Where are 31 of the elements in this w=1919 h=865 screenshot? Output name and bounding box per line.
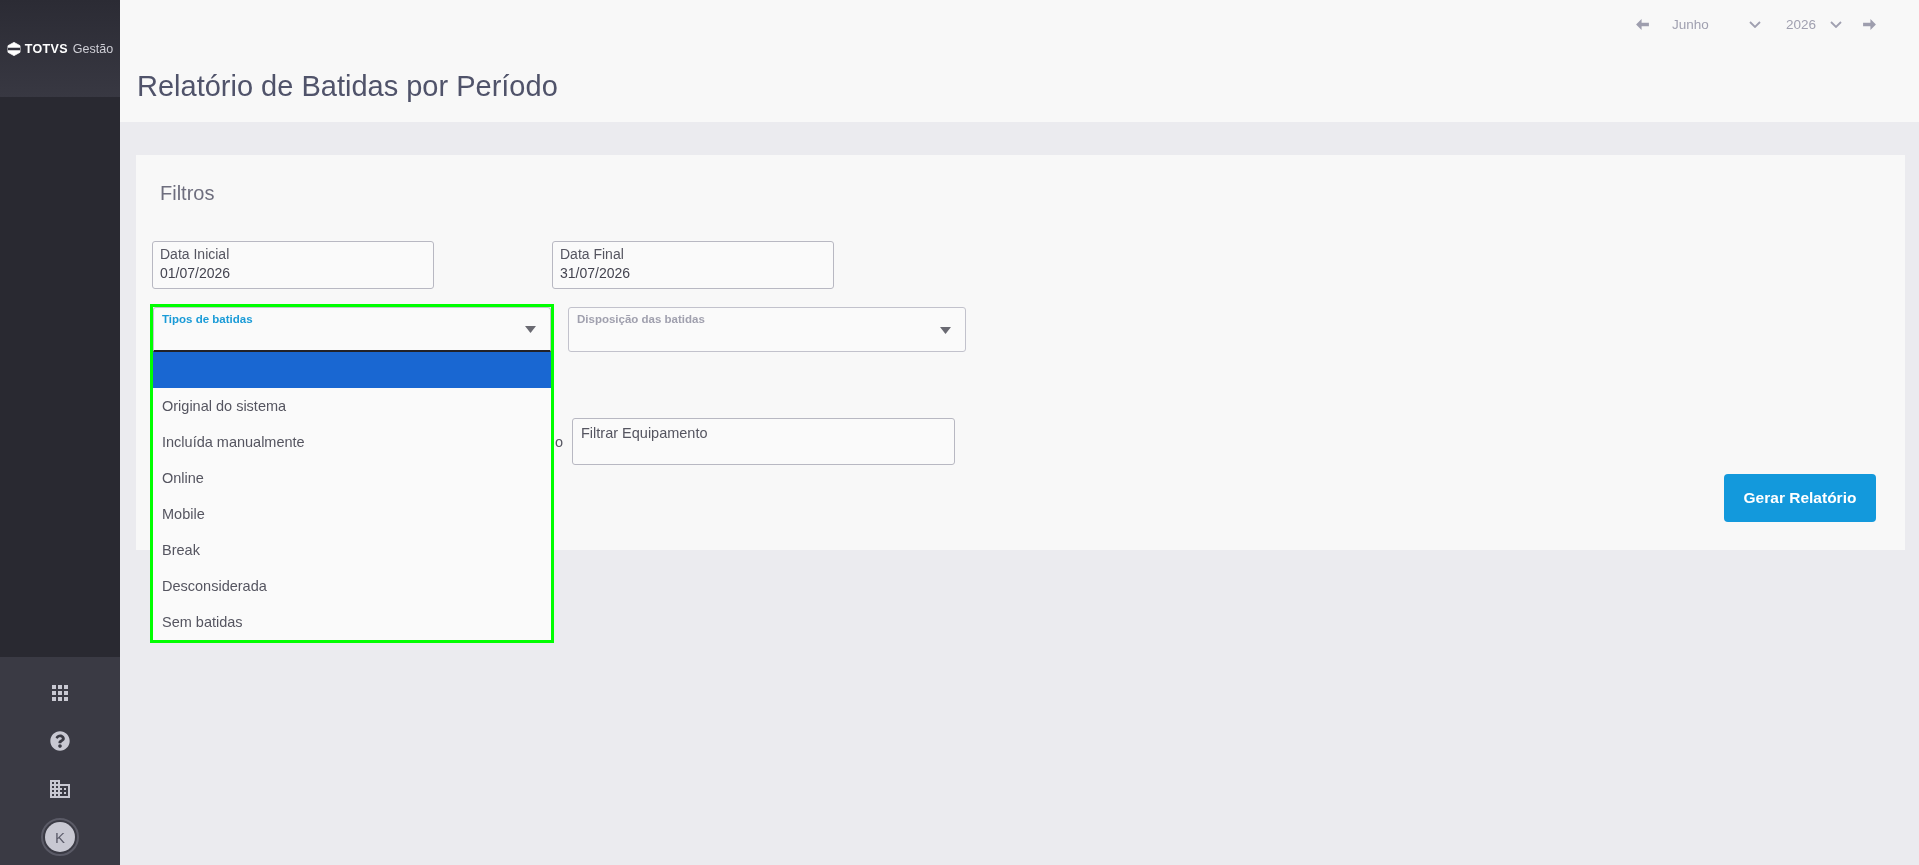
apps-grid-icon[interactable] [52, 685, 68, 701]
dropdown-option[interactable]: Online [153, 460, 551, 496]
date-field[interactable]: Data Inicial 01/07/2026 [152, 241, 434, 289]
caret-icon [940, 326, 951, 334]
dropdown-option[interactable]: Incluída manualmente [153, 424, 551, 460]
page-title: Relatório de Batidas por Período [137, 69, 559, 104]
field-label: Disposição das batidas [577, 312, 705, 327]
equipment-filter-field[interactable]: Filtrar Equipamento [572, 418, 955, 465]
logo-wordmark: TOTVS [24, 40, 68, 57]
dropdown-option[interactable]: Break [153, 532, 551, 568]
dropdown-option[interactable]: Mobile [153, 496, 551, 532]
logo-icon [6, 41, 21, 56]
dropdown-option[interactable]: Desconsiderada [153, 568, 551, 604]
section-heading: Filtros [160, 181, 216, 205]
avatar[interactable]: K [41, 818, 79, 856]
caret-icon [525, 326, 536, 333]
dropdown-option[interactable]: Sem batidas [153, 604, 551, 640]
date-field[interactable]: Data Final 31/07/2026 [552, 241, 834, 289]
chevron-down-icon [1830, 20, 1842, 28]
field-label: Data Final [560, 245, 625, 263]
chevron-down-icon [1749, 20, 1761, 28]
field-value: 31/07/2026 [560, 264, 632, 283]
dropdown-option[interactable]: Original do sistema [153, 388, 551, 424]
field-label: Filtrar Equipamento [581, 424, 708, 442]
field-label: Data Inicial [160, 245, 231, 263]
field-value: 01/07/2026 [160, 264, 232, 283]
product-name: Gestão [72, 40, 114, 57]
field-label: o [554, 432, 563, 451]
help-icon[interactable] [50, 731, 70, 751]
building-icon[interactable] [50, 780, 70, 798]
field-label: Tipos de batidas [162, 312, 253, 327]
